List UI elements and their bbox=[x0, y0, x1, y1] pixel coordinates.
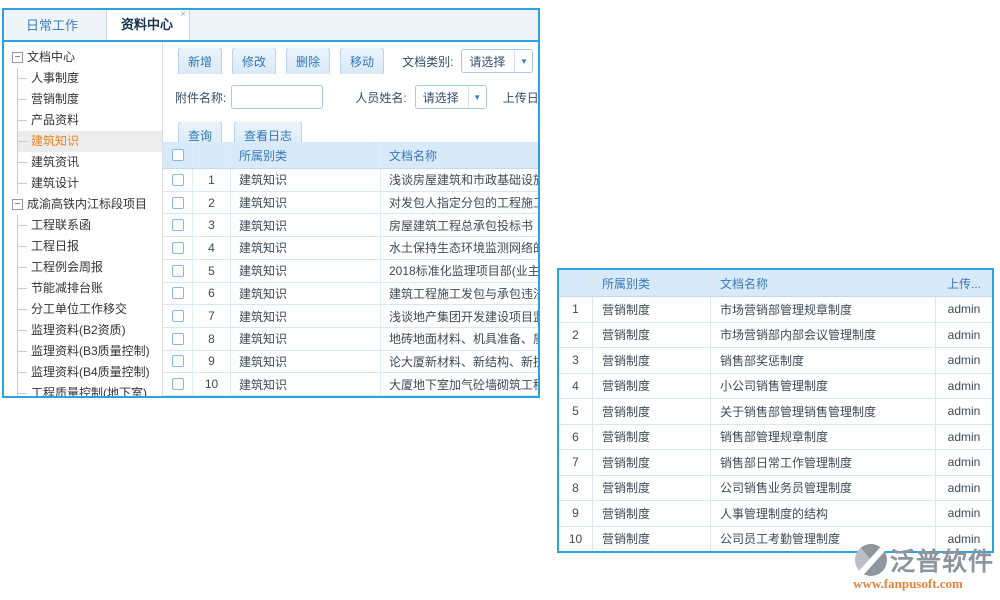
delete-button[interactable]: 删除 bbox=[286, 48, 330, 74]
tab-daily-work[interactable]: 日常工作 bbox=[20, 9, 84, 40]
table-row[interactable]: 7 营销制度 销售部日常工作管理制度 admin bbox=[559, 450, 992, 476]
tree-item-project-letter[interactable]: 工程联系函 bbox=[18, 215, 162, 236]
tab-bar: 日常工作 资料中心 × bbox=[4, 10, 538, 42]
header-category: 所属别类 bbox=[231, 142, 381, 168]
tree-group-chengyu-project: 工程联系函 工程日报 工程例会周报 节能减排台账 分工单位工作移交 监理资料(B… bbox=[17, 215, 162, 396]
table-row[interactable]: 9 建筑知识 论大厦新材料、新结构、新技术，新工... bbox=[163, 351, 538, 374]
tree-item-hr-policy[interactable]: 人事制度 bbox=[18, 68, 162, 89]
table-row[interactable]: 8 建筑知识 地砖地面材料、机具准备、质量要求及... bbox=[163, 328, 538, 351]
select-all-checkbox[interactable] bbox=[172, 149, 184, 161]
row-checkbox[interactable] bbox=[172, 242, 184, 254]
filter-row: 附件名称: 人员姓名: 请选择 ▼ 上传日期: bbox=[163, 84, 538, 110]
table-row[interactable]: 2 建筑知识 对发包人指定分包的工程施工进度安排... bbox=[163, 192, 538, 215]
tree-item-document-center[interactable]: − 文档中心 bbox=[12, 47, 162, 68]
chevron-down-icon: ▼ bbox=[514, 50, 532, 72]
chevron-down-icon: ▼ bbox=[468, 86, 486, 108]
row-checkbox[interactable] bbox=[172, 265, 184, 277]
tree-item-project-daily[interactable]: 工程日报 bbox=[18, 236, 162, 257]
fanpu-logo-icon bbox=[855, 544, 887, 576]
tab-data-center[interactable]: 资料中心 × bbox=[106, 8, 190, 40]
marketing-documents-panel: 所属别类 文档名称 上传... 1 营销制度 市场营销部管理规章制度 admin… bbox=[557, 268, 994, 553]
person-name-select[interactable]: 请选择 ▼ bbox=[415, 85, 487, 109]
table-row[interactable]: 9 营销制度 人事管理制度的结构 admin bbox=[559, 501, 992, 527]
header-doc-name: 文档名称 bbox=[711, 270, 936, 296]
row-checkbox[interactable] bbox=[172, 287, 184, 299]
brand-name: 泛普软件 bbox=[890, 542, 994, 578]
tree-item-chengyu-project[interactable]: − 成渝高铁内江标段项目 bbox=[12, 194, 162, 215]
table-row[interactable]: 2 营销制度 市场营销部内部会议管理制度 admin bbox=[559, 323, 992, 349]
toolbar-row: 新增 修改 删除 移动 文档类别: 请选择 ▼ 文档名称: bbox=[163, 48, 538, 74]
table-row[interactable]: 4 营销制度 小公司销售管理制度 admin bbox=[559, 374, 992, 400]
tree-item-work-handover[interactable]: 分工单位工作移交 bbox=[18, 299, 162, 320]
fanpu-watermark: 泛普软件 www.fanpusoft.com bbox=[822, 542, 994, 592]
row-checkbox[interactable] bbox=[172, 197, 184, 209]
edit-button[interactable]: 修改 bbox=[232, 48, 276, 74]
doc-type-select[interactable]: 请选择 ▼ bbox=[461, 49, 533, 73]
row-checkbox[interactable] bbox=[172, 355, 184, 367]
add-button[interactable]: 新增 bbox=[178, 48, 222, 74]
row-checkbox[interactable] bbox=[172, 333, 184, 345]
table-row[interactable]: 6 建筑知识 建筑工程施工发包与承包违法行为认定... bbox=[163, 283, 538, 306]
move-button[interactable]: 移动 bbox=[340, 48, 384, 74]
brand-url: www.fanpusoft.com bbox=[822, 576, 994, 592]
header-doc-name: 文档名称 bbox=[381, 147, 538, 164]
table-row[interactable]: 7 建筑知识 浅谈地产集团开发建设项目监理规划编... bbox=[163, 305, 538, 328]
tree-item-energy-ledger[interactable]: 节能减排台账 bbox=[18, 278, 162, 299]
collapse-icon[interactable]: − bbox=[12, 52, 23, 63]
upload-date-label-clipped: 上传日期: bbox=[503, 89, 538, 106]
document-table: 所属别类 文档名称 1 建筑知识 浅谈房屋建筑和市政基础设施工程施工... 2 … bbox=[163, 142, 538, 396]
tree-item-construction-knowledge[interactable]: 建筑知识 bbox=[18, 131, 162, 152]
tree-item-supervision-b2[interactable]: 监理资料(B2资质) bbox=[18, 320, 162, 341]
header-category: 所属别类 bbox=[593, 270, 711, 296]
panel-table-header: 所属别类 文档名称 上传... bbox=[559, 270, 992, 297]
doc-type-label: 文档类别: bbox=[402, 53, 453, 70]
row-checkbox[interactable] bbox=[172, 378, 184, 390]
collapse-icon[interactable]: − bbox=[12, 199, 23, 210]
tree-group-document-center: 人事制度 营销制度 产品资料 建筑知识 建筑资讯 建筑设计 bbox=[17, 68, 162, 194]
person-name-label: 人员姓名: bbox=[355, 89, 406, 106]
attachment-name-label: 附件名称: bbox=[175, 89, 226, 106]
document-center-window: 日常工作 资料中心 × − 文档中心 人事制度 营销制度 产品资料 建筑知识 建… bbox=[2, 8, 540, 398]
tree-item-quality-basement[interactable]: 工程质量控制(地下室) bbox=[18, 383, 162, 396]
attachment-name-input[interactable] bbox=[231, 85, 323, 109]
table-row[interactable]: 3 营销制度 销售部奖惩制度 admin bbox=[559, 348, 992, 374]
tree-item-supervision-b3[interactable]: 监理资料(B3质量控制) bbox=[18, 341, 162, 362]
tree-item-construction-design[interactable]: 建筑设计 bbox=[18, 173, 162, 194]
row-checkbox[interactable] bbox=[172, 310, 184, 322]
table-row[interactable]: 10 建筑知识 大厦地下室加气砼墙砌筑工程的施工方... bbox=[163, 373, 538, 396]
document-table-header: 所属别类 文档名称 bbox=[163, 142, 538, 169]
tree-item-supervision-b4[interactable]: 监理资料(B4质量控制) bbox=[18, 362, 162, 383]
table-row[interactable]: 8 营销制度 公司销售业务员管理制度 admin bbox=[559, 476, 992, 502]
header-uploader: 上传... bbox=[936, 275, 992, 292]
row-checkbox[interactable] bbox=[172, 174, 184, 186]
tree-item-product-data[interactable]: 产品资料 bbox=[18, 110, 162, 131]
document-list-pane: 新增 修改 删除 移动 文档类别: 请选择 ▼ 文档名称: 附件名称: 人员姓名… bbox=[163, 42, 538, 396]
document-tree: − 文档中心 人事制度 营销制度 产品资料 建筑知识 建筑资讯 建筑设计 − 成… bbox=[4, 42, 163, 396]
table-row[interactable]: 6 营销制度 销售部管理规章制度 admin bbox=[559, 425, 992, 451]
tab-data-center-label: 资料中心 bbox=[121, 17, 173, 32]
table-row[interactable]: 4 建筑知识 水土保持生态环境监测网络的建设与资... bbox=[163, 237, 538, 260]
row-checkbox[interactable] bbox=[172, 219, 184, 231]
tree-item-construction-news[interactable]: 建筑资讯 bbox=[18, 152, 162, 173]
table-row[interactable]: 5 建筑知识 2018标准化监理项目部(业主项目部)人员... bbox=[163, 260, 538, 283]
tree-item-marketing-policy[interactable]: 营销制度 bbox=[18, 89, 162, 110]
table-row[interactable]: 1 营销制度 市场营销部管理规章制度 admin bbox=[559, 297, 992, 323]
table-row[interactable]: 5 营销制度 关于销售部管理销售管理制度 admin bbox=[559, 399, 992, 425]
close-icon[interactable]: × bbox=[180, 9, 186, 20]
table-row[interactable]: 1 建筑知识 浅谈房屋建筑和市政基础设施工程施工... bbox=[163, 169, 538, 192]
tree-item-weekly-meeting[interactable]: 工程例会周报 bbox=[18, 257, 162, 278]
table-row[interactable]: 3 建筑知识 房屋建筑工程总承包投标书（技术标）... bbox=[163, 214, 538, 237]
